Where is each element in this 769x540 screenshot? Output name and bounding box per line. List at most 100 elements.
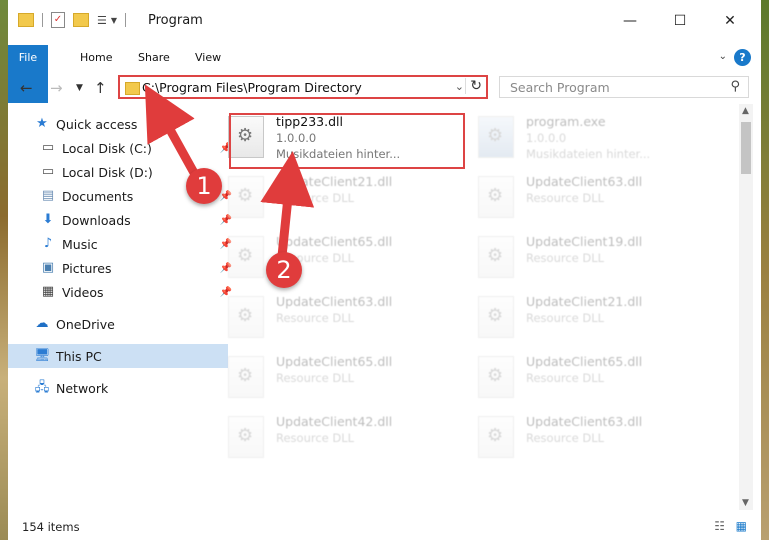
file-type: Resource DLL: [526, 431, 605, 445]
sidebar-item-label: Music: [62, 236, 98, 252]
sidebar-item-label: Videos: [62, 284, 104, 300]
file-type: Resource DLL: [526, 251, 605, 265]
title-bar: ✓ ☰ ▼ Program — ☐ ✕: [8, 0, 761, 40]
file-type: Resource DLL: [526, 311, 605, 325]
file-highlight-box: [229, 113, 465, 169]
dll-file-icon: [478, 356, 514, 398]
list-item[interactable]: UpdateClient63.dll Resource DLL: [468, 168, 708, 226]
sidebar-item-music[interactable]: ♪ Music 📌: [8, 232, 234, 256]
expand-ribbon-icon[interactable]: ⌄: [719, 51, 727, 62]
navigation-pane: ★ Quick access ▭ Local Disk (C:) 📌 ▭ Loc…: [8, 108, 232, 510]
dll-file-icon: [478, 416, 514, 458]
chevron-down-icon[interactable]: ▼: [111, 16, 117, 25]
file-name: UpdateClient63.dll: [526, 414, 643, 429]
back-icon[interactable]: ←: [20, 79, 33, 97]
sidebar-item-label: Pictures: [62, 260, 112, 276]
file-name: UpdateClient65.dll: [526, 354, 643, 369]
file-version: 1.0.0.0: [526, 131, 567, 145]
desktop-background-right: [761, 0, 769, 540]
dll-file-icon: [228, 176, 264, 218]
up-icon[interactable]: ↑: [94, 79, 107, 97]
list-item[interactable]: UpdateClient21.dll Resource DLL: [468, 288, 708, 346]
documents-icon: ▤: [41, 188, 55, 203]
file-description: Musikdateien hinter...: [526, 147, 651, 161]
file-type: Resource DLL: [526, 371, 605, 385]
file-name: UpdateClient21.dll: [526, 294, 643, 309]
explorer-window: ✓ ☰ ▼ Program — ☐ ✕ File Home Share View…: [8, 0, 761, 540]
list-item[interactable]: UpdateClient63.dll Resource DLL: [218, 288, 458, 346]
file-name: program.exe: [526, 114, 606, 129]
navigation-bar: ← → ▼ ↑ C:\Program Files\Program Directo…: [8, 73, 761, 103]
tab-view[interactable]: View: [181, 45, 235, 71]
sidebar-item-label: OneDrive: [56, 316, 115, 332]
sidebar-item-quick-access[interactable]: ★ Quick access: [8, 112, 228, 136]
sidebar-item-label: Quick access: [56, 116, 138, 132]
music-icon: ♪: [43, 236, 53, 251]
recent-locations-icon[interactable]: ▼: [76, 83, 83, 93]
separator: [42, 13, 43, 27]
file-name: UpdateClient63.dll: [526, 174, 643, 189]
sidebar-item-this-pc[interactable]: 🖥 This PC: [8, 344, 228, 368]
tiles-view-icon[interactable]: ▦: [736, 519, 747, 533]
sidebar-item-videos[interactable]: ▦ Videos 📌: [8, 280, 234, 304]
sidebar-item-network[interactable]: 🖧 Network: [8, 376, 228, 400]
quick-access-toolbar: ✓ ☰ ▼: [18, 11, 127, 29]
list-item[interactable]: UpdateClient19.dll Resource DLL: [468, 228, 708, 286]
status-bar: 154 items ☷ ▦: [8, 514, 761, 540]
vertical-scrollbar[interactable]: ▲ ▼: [739, 104, 753, 510]
search-input[interactable]: Search Program ⚲: [499, 76, 749, 98]
scrollbar-thumb[interactable]: [741, 122, 751, 174]
file-type: Resource DLL: [276, 431, 355, 445]
sidebar-item-onedrive[interactable]: ☁ OneDrive: [8, 312, 228, 336]
list-item[interactable]: UpdateClient63.dll Resource DLL: [468, 408, 708, 466]
file-name: UpdateClient42.dll: [276, 414, 393, 429]
file-type: Resource DLL: [276, 191, 355, 205]
list-item[interactable]: UpdateClient65.dll Resource DLL: [218, 348, 458, 406]
list-item[interactable]: UpdateClient65.dll Resource DLL: [218, 228, 458, 286]
scroll-up-icon[interactable]: ▲: [742, 106, 749, 116]
dll-file-icon: [228, 356, 264, 398]
item-count: 154 items: [22, 520, 80, 534]
sidebar-item-label: Network: [56, 380, 109, 396]
desktop-background-left: [0, 0, 8, 540]
tab-home[interactable]: Home: [66, 45, 126, 71]
file-name: UpdateClient19.dll: [526, 234, 643, 249]
minimize-button[interactable]: —: [607, 10, 653, 32]
chevron-down-icon[interactable]: ⌄: [455, 80, 464, 93]
sidebar-item-label: Documents: [62, 188, 134, 204]
drive-icon: ▭: [41, 164, 55, 179]
close-button[interactable]: ✕: [707, 10, 753, 32]
customize-toolbar-icon[interactable]: ☰: [97, 14, 107, 27]
sidebar-item-local-disk-c[interactable]: ▭ Local Disk (C:) 📌: [8, 136, 234, 160]
sidebar-item-downloads[interactable]: ⬇ Downloads 📌: [8, 208, 234, 232]
help-icon[interactable]: ?: [734, 49, 751, 66]
list-item[interactable]: UpdateClient21.dll Resource DLL: [218, 168, 458, 226]
list-item[interactable]: program.exe 1.0.0.0 Musikdateien hinter.…: [468, 108, 708, 166]
refresh-icon[interactable]: ↻: [465, 78, 482, 94]
file-name: UpdateClient63.dll: [276, 294, 393, 309]
address-path: C:\Program Files\Program Directory: [142, 80, 362, 95]
star-icon: ★: [36, 116, 48, 131]
file-type: Resource DLL: [276, 371, 355, 385]
videos-icon: ▦: [41, 284, 55, 299]
sidebar-item-label: This PC: [56, 348, 102, 364]
scroll-down-icon[interactable]: ▼: [742, 498, 749, 508]
list-item[interactable]: UpdateClient65.dll Resource DLL: [468, 348, 708, 406]
new-folder-icon[interactable]: [73, 13, 89, 27]
sidebar-item-label: Local Disk (D:): [62, 164, 153, 180]
sidebar-item-pictures[interactable]: ▣ Pictures 📌: [8, 256, 234, 280]
computer-icon: 🖥: [34, 348, 51, 363]
details-view-icon[interactable]: ☷: [714, 519, 725, 533]
address-bar[interactable]: C:\Program Files\Program Directory ⌄ ↻: [118, 75, 488, 99]
exe-file-icon: [478, 116, 514, 158]
search-icon: ⚲: [730, 79, 740, 94]
tab-share[interactable]: Share: [124, 45, 184, 71]
drive-icon: ▭: [41, 140, 55, 155]
cloud-icon: ☁: [35, 316, 49, 331]
download-icon: ⬇: [42, 212, 54, 227]
maximize-button[interactable]: ☐: [657, 10, 703, 32]
list-item[interactable]: UpdateClient42.dll Resource DLL: [218, 408, 458, 466]
sidebar-item-label: Local Disk (C:): [62, 140, 152, 156]
forward-icon[interactable]: →: [50, 79, 63, 97]
properties-icon[interactable]: ✓: [51, 12, 65, 28]
